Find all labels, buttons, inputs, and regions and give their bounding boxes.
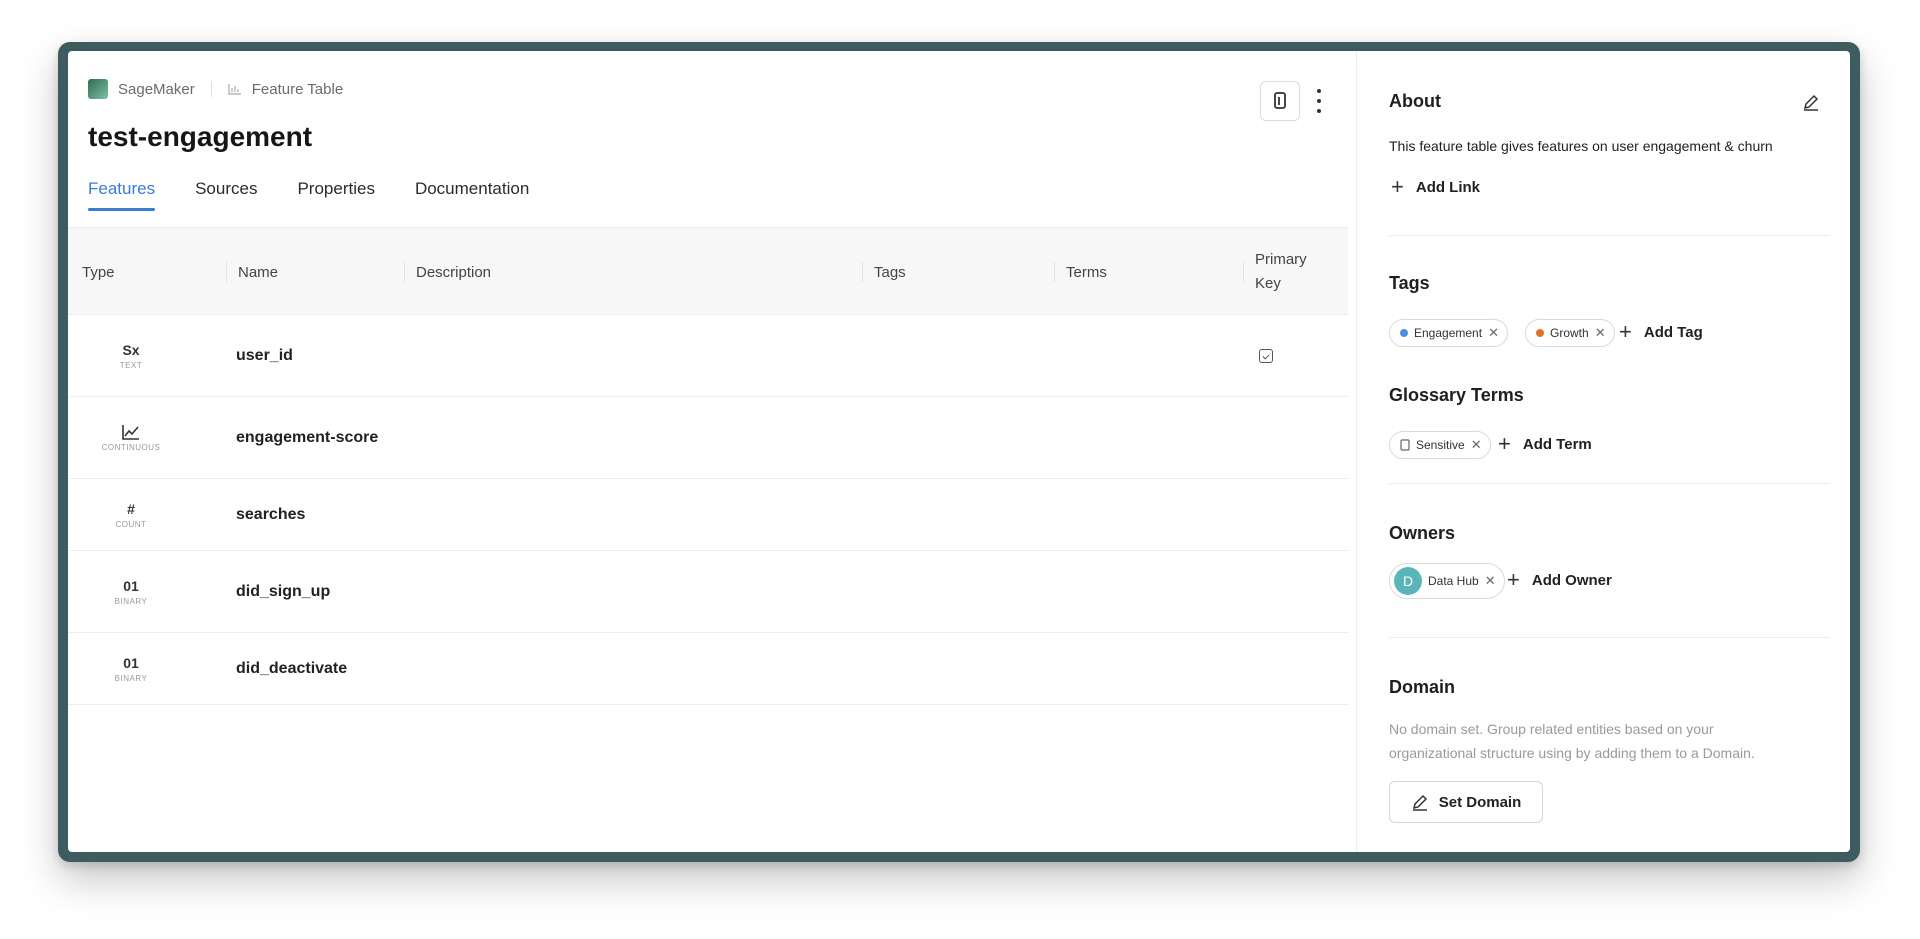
- domain-title: Domain: [1389, 677, 1456, 697]
- domain-empty-text: No domain set. Group related entities ba…: [1389, 721, 1755, 761]
- add-link-button[interactable]: + Add Link: [1391, 174, 1480, 199]
- tab-properties[interactable]: Properties: [297, 179, 374, 211]
- feature-name: engagement-score: [236, 428, 379, 446]
- tag-chip-growth[interactable]: Growth ✕: [1525, 319, 1615, 347]
- breadcrumb-platform[interactable]: SageMaker: [118, 81, 195, 98]
- features-table: Type Name Description Tags Terms Primary…: [68, 227, 1348, 705]
- owners-title: Owners: [1389, 523, 1456, 543]
- page-title: test-engagement: [88, 121, 313, 152]
- edit-pencil-icon[interactable]: [1802, 93, 1820, 111]
- column-header-name[interactable]: Name: [226, 228, 278, 316]
- main-pane: SageMaker Feature Table test-engagement …: [68, 51, 1356, 852]
- type-icon-continuous: CONTINUOUS: [86, 397, 176, 478]
- tab-documentation[interactable]: Documentation: [415, 179, 529, 211]
- remove-term-icon[interactable]: ✕: [1471, 437, 1482, 453]
- feature-name: did_sign_up: [236, 582, 331, 600]
- column-header-type[interactable]: Type: [82, 228, 115, 316]
- divider: [1389, 637, 1830, 638]
- tag-color-dot: [1536, 329, 1544, 337]
- feature-name: user_id: [236, 346, 293, 364]
- type-icon-text: Sx TEXT: [119, 341, 143, 370]
- term-chip-sensitive[interactable]: Sensitive ✕: [1389, 431, 1491, 459]
- remove-owner-icon[interactable]: ✕: [1485, 573, 1496, 589]
- breadcrumb-entity-type: Feature Table: [251, 80, 344, 98]
- add-tag-button[interactable]: + Add Tag: [1619, 319, 1703, 344]
- copy-icon: [1274, 92, 1286, 109]
- table-header: Type Name Description Tags Terms Primary…: [68, 227, 1348, 315]
- set-domain-button[interactable]: Set Domain: [1389, 781, 1543, 823]
- divider: [1389, 483, 1830, 484]
- divider: [1389, 235, 1830, 236]
- column-header-description[interactable]: Description: [404, 228, 491, 316]
- column-header-primary-key[interactable]: Primary Key: [1243, 228, 1307, 316]
- type-icon-count: # COUNT: [115, 500, 147, 529]
- avatar: D: [1394, 567, 1422, 595]
- header-actions: [1260, 81, 1326, 121]
- glossary-term-icon: [1400, 439, 1410, 451]
- tab-sources[interactable]: Sources: [195, 179, 257, 211]
- remove-tag-icon[interactable]: ✕: [1595, 325, 1606, 341]
- about-title: About: [1389, 91, 1441, 111]
- glossary-terms-title: Glossary Terms: [1389, 385, 1524, 405]
- more-options-icon[interactable]: [1312, 86, 1326, 116]
- column-header-tags[interactable]: Tags: [862, 228, 906, 316]
- chart-line-icon: [122, 424, 139, 440]
- edit-pencil-icon: [1412, 794, 1427, 811]
- table-row[interactable]: Sx TEXT user_id: [68, 315, 1348, 397]
- breadcrumb: SageMaker Feature Table: [88, 79, 343, 99]
- sidebar: About This feature table gives features …: [1356, 51, 1850, 852]
- plus-icon: +: [1391, 174, 1404, 199]
- primary-key-icon: [1259, 348, 1273, 363]
- add-term-button[interactable]: + Add Term: [1498, 431, 1592, 456]
- plus-icon: +: [1498, 431, 1511, 456]
- remove-tag-icon[interactable]: ✕: [1488, 325, 1499, 341]
- feature-table-icon: [228, 84, 241, 95]
- plus-icon: +: [1507, 567, 1520, 592]
- add-owner-button[interactable]: + Add Owner: [1507, 567, 1612, 592]
- tag-chip-engagement[interactable]: Engagement ✕: [1389, 319, 1508, 347]
- type-icon-binary: 01 BINARY: [114, 654, 148, 683]
- sagemaker-logo-icon: [88, 79, 108, 99]
- entity-page: SageMaker Feature Table test-engagement …: [68, 51, 1850, 852]
- owner-chip-datahub[interactable]: D Data Hub ✕: [1389, 563, 1505, 599]
- table-row[interactable]: CONTINUOUS engagement-score: [68, 397, 1348, 479]
- feature-name: searches: [236, 505, 306, 523]
- tab-features[interactable]: Features: [88, 179, 156, 211]
- column-header-terms[interactable]: Terms: [1054, 228, 1107, 316]
- about-description: This feature table gives features on use…: [1389, 138, 1773, 154]
- copy-urn-button[interactable]: [1260, 81, 1300, 121]
- type-icon-binary: 01 BINARY: [114, 577, 148, 606]
- table-row[interactable]: 01 BINARY did_sign_up: [68, 551, 1348, 633]
- tab-bar: Features Sources Properties Documentatio…: [88, 179, 529, 211]
- table-row[interactable]: 01 BINARY did_deactivate: [68, 633, 1348, 705]
- app-window: SageMaker Feature Table test-engagement …: [58, 42, 1860, 862]
- feature-name: did_deactivate: [236, 659, 348, 677]
- tags-title: Tags: [1389, 273, 1430, 293]
- tag-color-dot: [1400, 329, 1408, 337]
- plus-icon: +: [1619, 319, 1632, 344]
- table-row[interactable]: # COUNT searches: [68, 479, 1348, 551]
- breadcrumb-divider: [210, 81, 212, 97]
